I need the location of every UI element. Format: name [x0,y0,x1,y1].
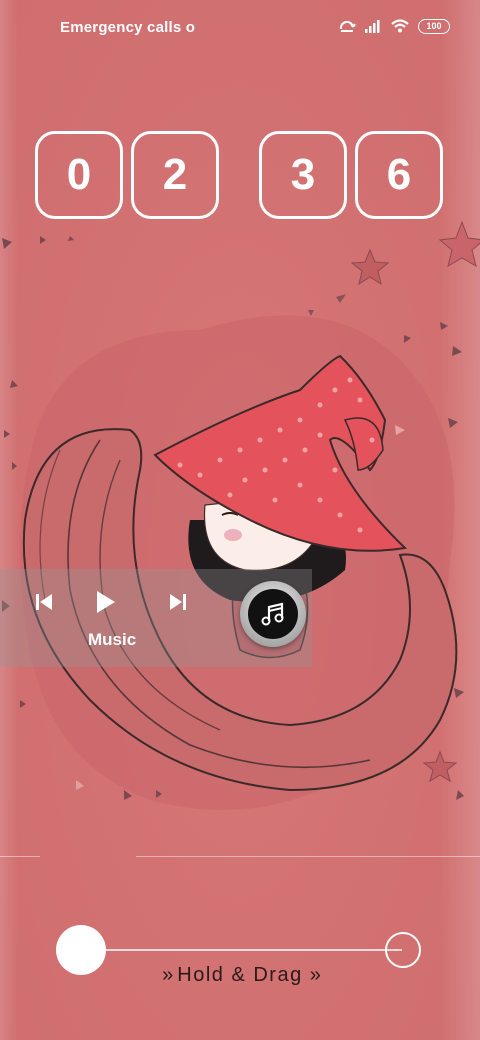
witch-girl-moon-illustration [2,220,480,810]
clock-minute-tens: 3 [259,131,347,219]
unlock-slider-target [385,932,421,968]
divider-left [0,856,40,857]
signal-icon [365,20,380,33]
data-sync-icon [339,20,356,32]
music-app-button[interactable] [240,581,306,647]
lock-screen: Emergency calls o 100 0 2 3 6 Music » Ho… [0,0,480,1040]
battery-icon: 100 [418,18,450,34]
next-icon [170,594,186,610]
chevron-right-icon: » [162,964,173,986]
clock-hour-ones: 2 [131,131,219,219]
music-note-icon [261,602,284,626]
unlock-slider-track [80,949,402,951]
music-disc-center [248,589,298,639]
hold-and-drag-hint: » Hold & Drag » [0,964,480,987]
emergency-calls-text: Emergency calls o [60,19,196,36]
next-button[interactable] [163,587,193,617]
previous-button[interactable] [29,587,59,617]
play-icon [97,591,115,613]
wifi-icon [391,19,409,33]
chevron-right-icon: » [309,964,321,986]
status-icons: 100 [338,18,450,34]
music-label: Music [88,630,137,649]
clock-hour-tens: 0 [35,131,123,219]
status-bar: Emergency calls o 100 [0,0,480,56]
play-button[interactable] [90,587,120,617]
clock-minute-ones: 6 [355,131,443,219]
hold-and-drag-text: Hold & Drag [177,964,303,986]
divider-right [136,856,480,857]
previous-icon [36,594,52,610]
